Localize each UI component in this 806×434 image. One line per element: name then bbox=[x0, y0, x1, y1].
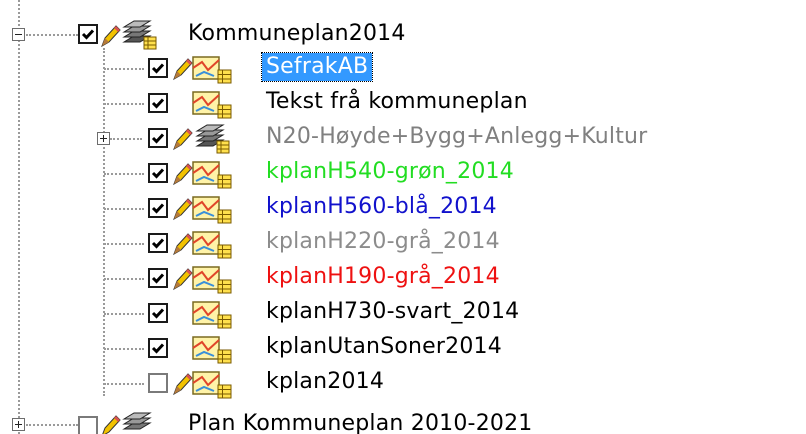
pencil-icon bbox=[173, 198, 193, 221]
layer-tree: Kommuneplan2014 SefrakAB Tekst frå kommu… bbox=[0, 0, 806, 434]
layer-label[interactable]: Tekst frå kommuneplan bbox=[262, 88, 532, 116]
layer-label[interactable]: kplanH190-grå_2014 bbox=[262, 263, 504, 291]
map-layer-icon bbox=[192, 301, 232, 329]
tree-connector-root bbox=[18, 0, 20, 434]
tree-connector-h bbox=[104, 278, 144, 280]
layer-label[interactable]: kplan2014 bbox=[262, 368, 388, 396]
expand-expander[interactable] bbox=[12, 418, 25, 431]
tree-connector-h bbox=[110, 138, 142, 140]
tree-connector-h bbox=[104, 173, 144, 175]
tree-connector-h bbox=[104, 348, 144, 350]
layer-label[interactable]: Plan Kommuneplan 2010-2021 bbox=[184, 410, 536, 434]
map-layer-icon bbox=[192, 231, 232, 259]
layer-label[interactable]: kplanUtanSoner2014 bbox=[262, 333, 506, 361]
tree-connector-h bbox=[26, 424, 78, 426]
layer-visibility-checkbox[interactable] bbox=[148, 128, 168, 148]
tree-connector-h bbox=[104, 103, 144, 105]
layer-visibility-checkbox[interactable] bbox=[148, 338, 168, 358]
pencil-icon bbox=[173, 373, 193, 396]
pencil-icon bbox=[173, 128, 193, 151]
tree-connector-h bbox=[104, 208, 144, 210]
tree-connector-h bbox=[104, 383, 144, 385]
tree-connector-h bbox=[104, 68, 144, 70]
collapse-expander[interactable] bbox=[12, 28, 25, 41]
layer-label[interactable]: kplanH220-grå_2014 bbox=[262, 228, 504, 256]
root-checkbox[interactable] bbox=[78, 24, 98, 44]
map-layer-icon bbox=[192, 161, 232, 189]
map-layer-icon bbox=[192, 56, 232, 84]
pencil-icon bbox=[101, 25, 121, 48]
layer-visibility-checkbox[interactable] bbox=[148, 93, 168, 113]
map-layer-icon bbox=[192, 336, 232, 364]
stacked-layers-icon bbox=[195, 124, 230, 154]
pencil-icon bbox=[173, 268, 193, 291]
layer-visibility-checkbox[interactable] bbox=[148, 373, 168, 393]
layer-label[interactable]: Kommuneplan2014 bbox=[184, 20, 410, 48]
pencil-icon bbox=[173, 233, 193, 256]
layer-label[interactable]: SefrakAB bbox=[260, 52, 374, 82]
layer-visibility-checkbox[interactable] bbox=[148, 198, 168, 218]
tree-connector-children bbox=[103, 48, 105, 396]
tree-connector-h bbox=[104, 313, 144, 315]
layer-visibility-checkbox[interactable] bbox=[148, 303, 168, 323]
pencil-icon bbox=[102, 415, 121, 434]
stacked-layers-icon bbox=[122, 412, 152, 430]
layer-visibility-checkbox[interactable] bbox=[148, 58, 168, 78]
layer-visibility-checkbox[interactable] bbox=[148, 163, 168, 183]
tree-connector-h bbox=[26, 34, 78, 36]
next-checkbox[interactable] bbox=[78, 416, 98, 434]
map-layer-icon bbox=[192, 91, 232, 119]
map-layer-icon bbox=[192, 266, 232, 294]
pencil-icon bbox=[173, 163, 193, 186]
layer-label[interactable]: N20-Høyde+Bygg+Anlegg+Kultur bbox=[262, 123, 651, 151]
expand-expander[interactable] bbox=[97, 132, 110, 145]
map-layer-icon bbox=[192, 196, 232, 224]
layer-visibility-checkbox[interactable] bbox=[148, 233, 168, 253]
stacked-layers-icon bbox=[122, 20, 157, 50]
map-layer-icon bbox=[192, 371, 232, 399]
layer-label[interactable]: kplanH540-grøn_2014 bbox=[262, 158, 518, 186]
tree-connector-h bbox=[104, 243, 144, 245]
layer-label[interactable]: kplanH730-svart_2014 bbox=[262, 298, 523, 326]
pencil-icon bbox=[173, 58, 193, 81]
layer-visibility-checkbox[interactable] bbox=[148, 268, 168, 288]
layer-label[interactable]: kplanH560-blå_2014 bbox=[262, 193, 501, 221]
